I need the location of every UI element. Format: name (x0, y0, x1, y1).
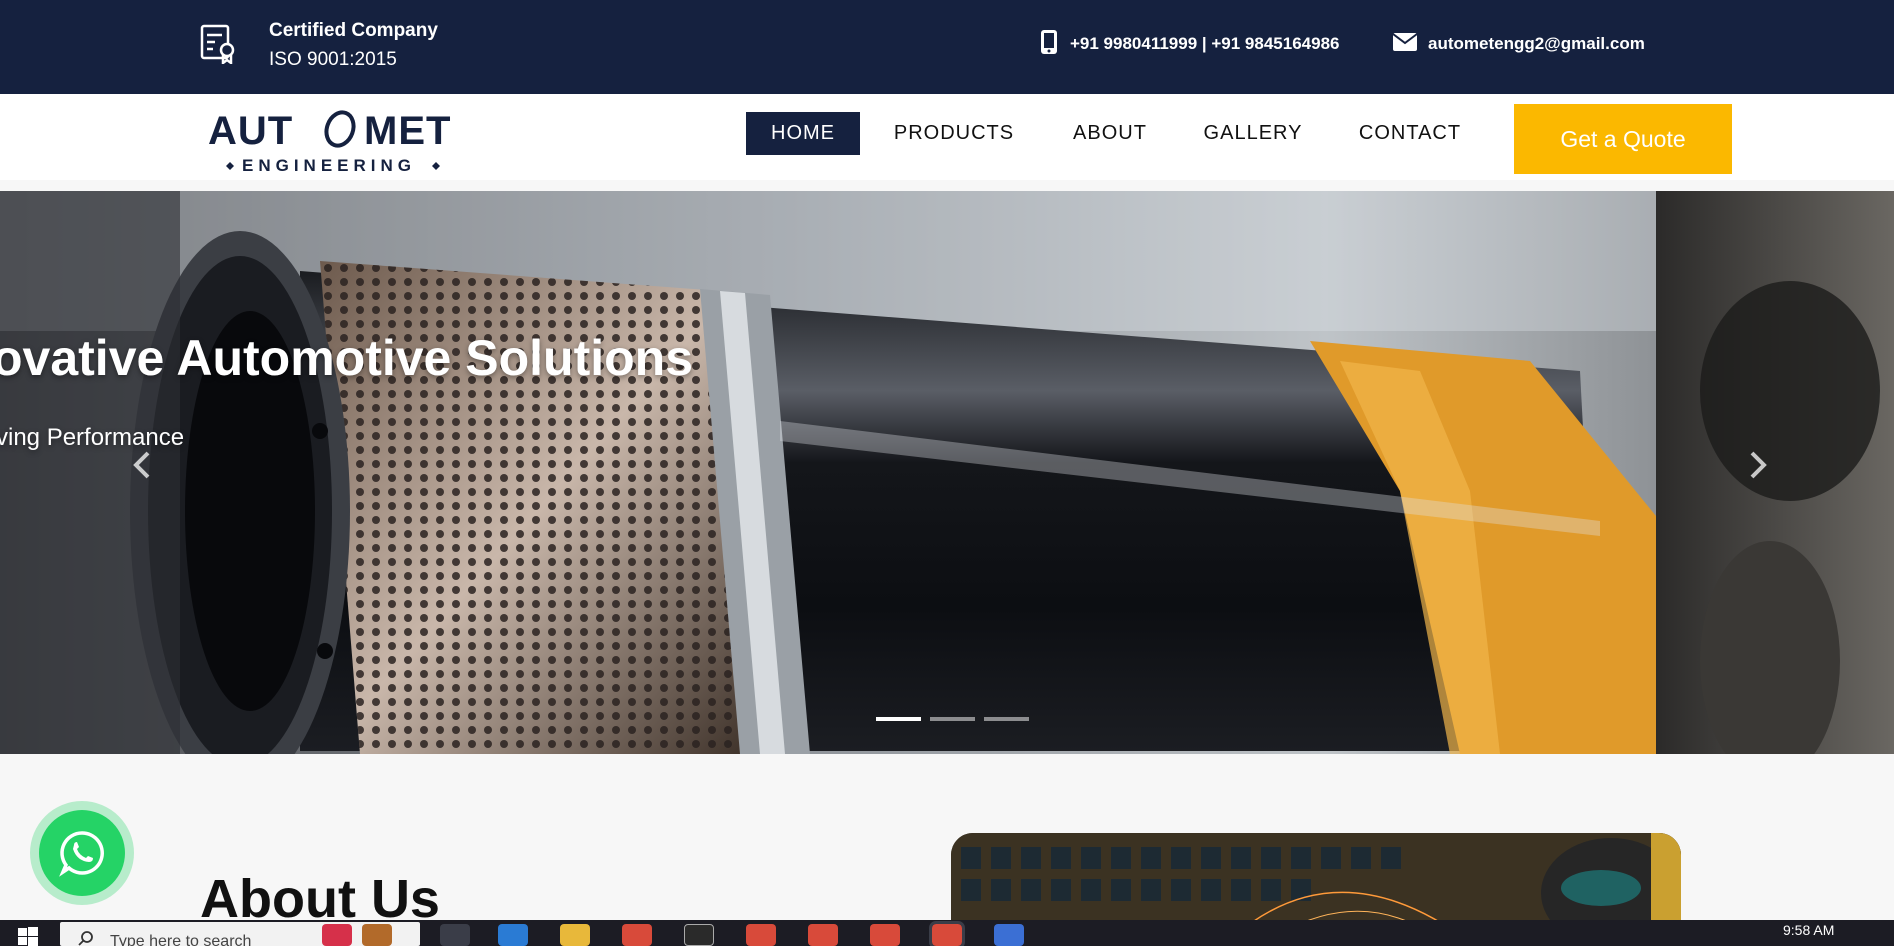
taskbar-app-chrome-2[interactable] (746, 924, 776, 946)
slide-indicator-3[interactable] (984, 717, 1029, 721)
taskbar-app-6[interactable] (994, 924, 1024, 946)
certified-company-label: Certified Company (269, 20, 438, 41)
hero-slider: ovative Automotive Solutions ving Perfor… (0, 191, 1894, 754)
phone-numbers[interactable]: +91 9980411999 | +91 9845164986 (1070, 34, 1339, 54)
nav-gallery[interactable]: GALLERY (1194, 112, 1312, 155)
mail-icon (1392, 33, 1418, 51)
get-a-quote-button[interactable]: Get a Quote (1514, 104, 1732, 174)
taskbar-clock[interactable]: 9:58 AM (1783, 922, 1834, 938)
taskbar-search-placeholder: Type here to search (110, 933, 252, 946)
slide-indicator-1[interactable] (876, 717, 921, 721)
slider-indicators (876, 717, 1029, 721)
phone-icon (1041, 30, 1057, 54)
taskbar-app-2[interactable] (362, 924, 392, 946)
taskbar-app-chrome-4[interactable] (870, 924, 900, 946)
nav-products[interactable]: PRODUCTS (880, 112, 1028, 155)
chevron-left-icon[interactable] (128, 445, 158, 485)
iso-label: ISO 9001:2015 (269, 49, 397, 70)
nav-home[interactable]: HOME (746, 112, 860, 155)
whatsapp-button-inner (39, 810, 125, 896)
whatsapp-icon (59, 831, 104, 877)
whatsapp-button[interactable] (30, 801, 134, 905)
taskbar-app-chrome-5[interactable] (929, 921, 965, 946)
email-link[interactable]: autometengg2@gmail.com (1428, 34, 1645, 54)
main-navbar: AUT MET ENGINEERING HOME PRODUCTS ABOUT … (0, 94, 1894, 180)
hero-title: ovative Automotive Solutions (0, 330, 694, 386)
taskbar-app-vscode[interactable] (498, 924, 528, 946)
slide-indicator-2[interactable] (930, 717, 975, 721)
nav-contact[interactable]: CONTACT (1348, 112, 1472, 155)
svg-text:MET: MET (364, 109, 451, 153)
taskbar-app-1[interactable] (322, 924, 352, 946)
taskbar-app-task-view[interactable] (440, 924, 470, 946)
svg-text:ENGINEERING: ENGINEERING (242, 156, 416, 172)
chevron-right-icon[interactable] (1742, 445, 1772, 485)
certificate-icon (200, 24, 235, 64)
taskbar-app-chrome-1[interactable] (622, 924, 652, 946)
company-logo[interactable]: AUT MET ENGINEERING (208, 106, 458, 172)
windows-start-icon[interactable] (18, 926, 38, 946)
windows-taskbar: Type here to search 9:58 AM (0, 920, 1894, 946)
taskbar-app-explorer[interactable] (560, 924, 590, 946)
svg-text:AUT: AUT (208, 109, 293, 153)
taskbar-app-terminal[interactable] (684, 924, 714, 946)
hero-image (0, 191, 1894, 754)
search-icon (78, 931, 93, 946)
taskbar-app-chrome-3[interactable] (808, 924, 838, 946)
top-info-bar: Certified Company ISO 9001:2015 +91 9980… (0, 0, 1894, 94)
nav-about[interactable]: ABOUT (1060, 112, 1160, 155)
